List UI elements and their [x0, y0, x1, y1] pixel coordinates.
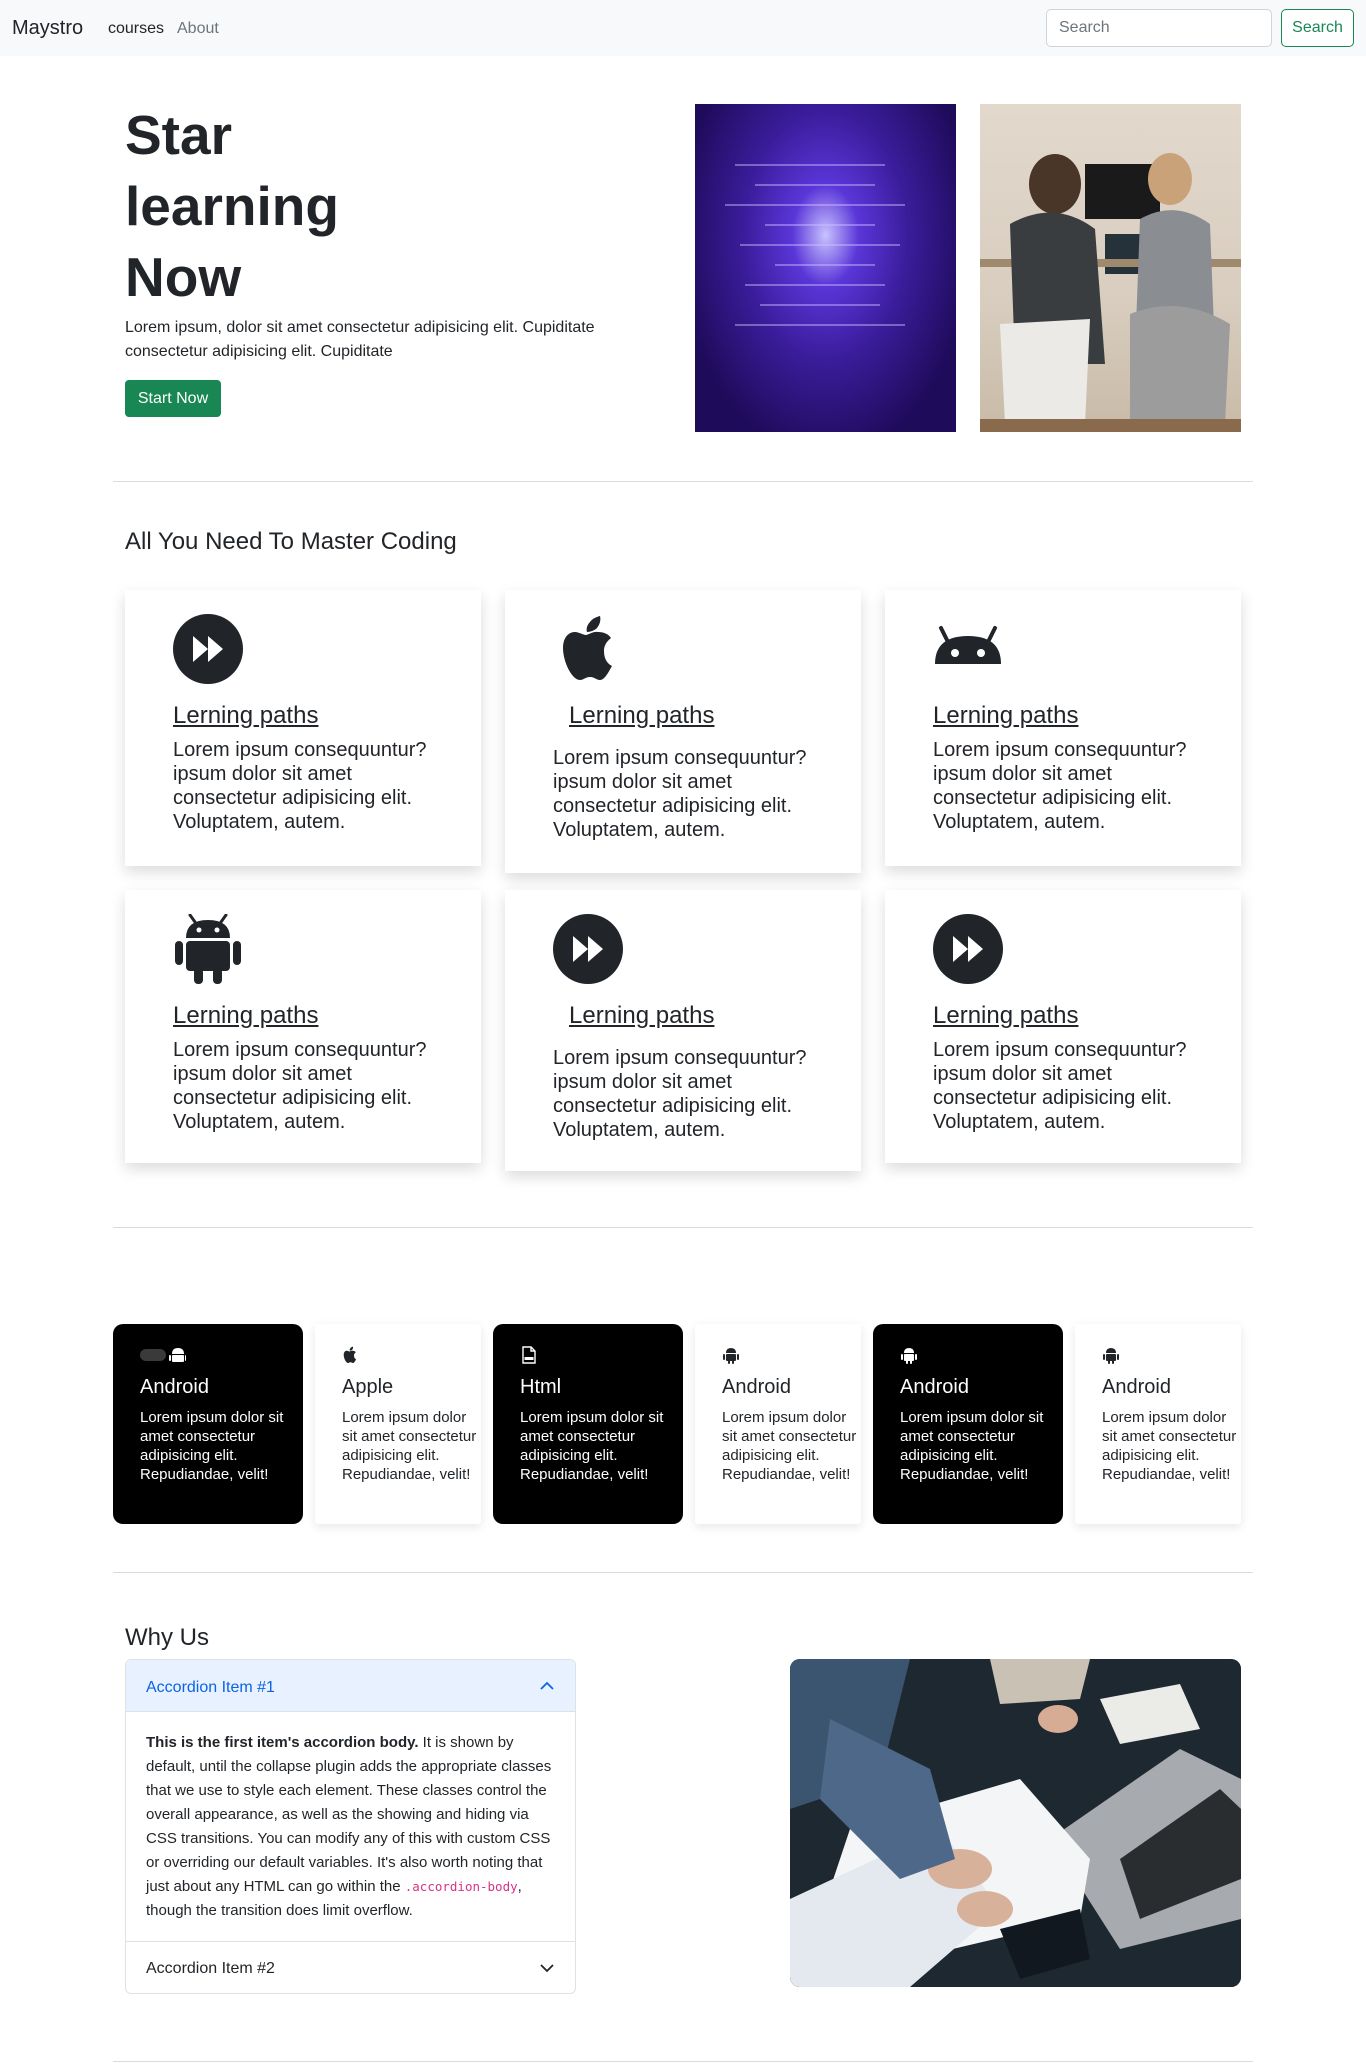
- accordion-body-code: .accordion-body: [404, 1879, 518, 1894]
- platform-card-title: Apple: [342, 1376, 394, 1398]
- feature-card-text: Lorem ipsum consequuntur? ipsum dolor si…: [173, 739, 427, 833]
- nav-link-courses[interactable]: courses: [108, 20, 164, 38]
- hero-image-code: [695, 104, 956, 432]
- toggle-android-icon: [140, 1348, 186, 1362]
- accordion-item-2-header[interactable]: Accordion Item #2: [126, 1941, 575, 1993]
- feature-card-title[interactable]: Lerning paths: [569, 1002, 714, 1030]
- divider: [113, 1572, 1253, 1573]
- divider: [113, 481, 1253, 482]
- html-file-icon: [522, 1346, 536, 1364]
- feature-card-text: Lorem ipsum consequuntur? ipsum dolor si…: [553, 1047, 807, 1141]
- search-input[interactable]: [1046, 9, 1272, 47]
- feature-card-text: Lorem ipsum consequuntur? ipsum dolor si…: [553, 747, 807, 841]
- feature-card[interactable]: Lerning paths Lorem ipsum consequuntur? …: [885, 590, 1241, 866]
- brand-logo[interactable]: Maystro: [12, 17, 83, 40]
- feature-card-title[interactable]: Lerning paths: [173, 702, 318, 730]
- accordion-body-bold: This is the first item's accordion body.: [146, 1734, 419, 1751]
- hero-text: Lorem ipsum, dolor sit amet consectetur …: [125, 319, 595, 360]
- platform-card-text: Lorem ipsum dolor sit amet consectetur a…: [1102, 1409, 1237, 1483]
- platform-card-text: Lorem ipsum dolor sit amet consectetur a…: [342, 1409, 477, 1483]
- hero-image-people: [980, 104, 1241, 432]
- platform-card-android[interactable]: Android Lorem ipsum dolor sit amet conse…: [873, 1324, 1063, 1524]
- fast-forward-circle-icon: [173, 614, 243, 684]
- feature-card[interactable]: Lerning paths Lorem ipsum consequuntur? …: [505, 590, 861, 873]
- feature-card[interactable]: Lerning paths Lorem ipsum consequuntur? …: [125, 590, 481, 866]
- fast-forward-circle-icon: [933, 914, 1003, 984]
- feature-card-text: Lorem ipsum consequuntur? ipsum dolor si…: [933, 1039, 1187, 1133]
- accordion-item-1-title: Accordion Item #1: [146, 1679, 275, 1696]
- android-head-icon: [935, 626, 1001, 664]
- why-us-image: [790, 1659, 1241, 1987]
- platform-card-android[interactable]: Android Lorem ipsum dolor sit amet conse…: [695, 1324, 861, 1524]
- platform-card-android[interactable]: Android Lorem ipsum dolor sit amet conse…: [1075, 1324, 1241, 1524]
- chevron-down-icon: [540, 1964, 554, 1973]
- feature-card[interactable]: Lerning paths Lorem ipsum consequuntur? …: [505, 890, 861, 1171]
- feature-card[interactable]: Lerning paths Lorem ipsum consequuntur? …: [885, 890, 1241, 1163]
- divider: [113, 1227, 1253, 1228]
- divider: [113, 2061, 1253, 2062]
- search-button[interactable]: Search: [1281, 9, 1354, 47]
- accordion-item-1-header[interactable]: Accordion Item #1: [126, 1660, 575, 1712]
- platform-card-text: Lorem ipsum dolor sit amet consectetur a…: [140, 1409, 284, 1483]
- platform-card-title: Android: [722, 1376, 791, 1398]
- accordion-item-2-title: Accordion Item #2: [146, 1960, 275, 1977]
- platform-card-title: Android: [140, 1376, 209, 1398]
- android-icon: [175, 914, 241, 984]
- nav-link-about[interactable]: About: [177, 20, 219, 38]
- apple-icon: [343, 1346, 357, 1363]
- feature-card-text: Lorem ipsum consequuntur? ipsum dolor si…: [933, 739, 1187, 833]
- feature-card-title[interactable]: Lerning paths: [933, 702, 1078, 730]
- feature-card[interactable]: Lerning paths Lorem ipsum consequuntur? …: [125, 890, 481, 1163]
- platform-card-text: Lorem ipsum dolor sit amet consectetur a…: [520, 1409, 664, 1483]
- accordion: Accordion Item #1 This is the first item…: [125, 1659, 576, 1994]
- platform-card-title: Html: [520, 1376, 562, 1398]
- start-now-button[interactable]: Start Now: [125, 380, 221, 417]
- why-us-heading: Why Us: [125, 1624, 209, 1651]
- android-icon: [723, 1348, 739, 1364]
- chevron-up-icon: [540, 1681, 554, 1690]
- navbar: Maystro courses About Search: [0, 0, 1366, 56]
- feature-card-text: Lorem ipsum consequuntur? ipsum dolor si…: [173, 1039, 427, 1133]
- platform-card-html[interactable]: Html Lorem ipsum dolor sit amet consecte…: [493, 1324, 683, 1524]
- platform-card-apple[interactable]: Apple Lorem ipsum dolor sit amet consect…: [315, 1324, 481, 1524]
- platform-card-text: Lorem ipsum dolor sit amet consectetur a…: [900, 1409, 1044, 1483]
- apple-icon: [563, 616, 612, 680]
- platform-card-android[interactable]: Android Lorem ipsum dolor sit amet conse…: [113, 1324, 303, 1524]
- feature-card-title[interactable]: Lerning paths: [569, 702, 714, 730]
- fast-forward-circle-icon: [553, 914, 623, 984]
- feature-card-title[interactable]: Lerning paths: [173, 1002, 318, 1030]
- feature-card-title[interactable]: Lerning paths: [933, 1002, 1078, 1030]
- accordion-item-1-body: This is the first item's accordion body.…: [126, 1712, 575, 1941]
- accordion-body-text: It is shown by default, until the collap…: [146, 1734, 552, 1895]
- platform-card-text: Lorem ipsum dolor sit amet consectetur a…: [722, 1409, 857, 1483]
- platform-card-title: Android: [1102, 1376, 1171, 1398]
- platform-card-title: Android: [900, 1376, 969, 1398]
- android-icon: [901, 1348, 917, 1364]
- hero-title: Star learning Now: [125, 104, 339, 308]
- android-icon: [1103, 1348, 1119, 1364]
- features-heading: All You Need To Master Coding: [125, 528, 457, 555]
